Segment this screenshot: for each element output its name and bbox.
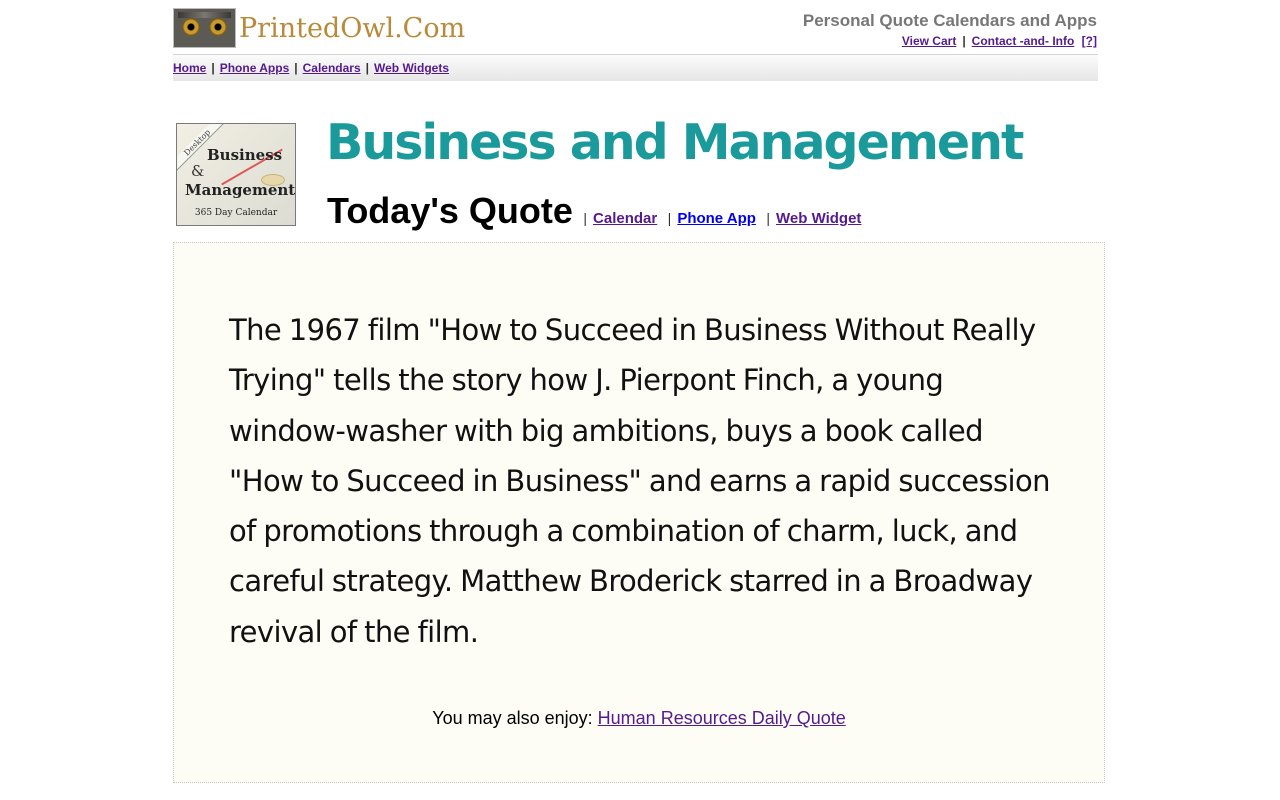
- brand-name[interactable]: PrintedOwl.Com: [239, 13, 465, 44]
- contact-info-link[interactable]: Contact -and- Info: [972, 34, 1075, 48]
- related-quote-link[interactable]: Human Resources Daily Quote: [598, 708, 846, 728]
- calendar-link[interactable]: Calendar: [593, 210, 657, 227]
- separator: |: [211, 61, 215, 75]
- todays-quote-heading: Today's Quote: [327, 190, 573, 231]
- nav-phone-apps[interactable]: Phone Apps: [220, 61, 290, 75]
- separator: |: [583, 210, 588, 226]
- nav-home[interactable]: Home: [173, 61, 206, 75]
- quote-box: The 1967 film "How to Succeed in Busines…: [173, 242, 1105, 783]
- phone-app-link[interactable]: Phone App: [677, 210, 756, 227]
- header-links: View Cart | Contact -and- Info [?]: [902, 34, 1097, 48]
- separator: |: [962, 34, 966, 48]
- nav-web-widgets[interactable]: Web Widgets: [374, 61, 449, 75]
- separator: |: [365, 61, 370, 75]
- calendar-subtitle: 365 Day Calendar: [194, 208, 278, 218]
- quote-heading-row: Today's Quote | Calendar | Phone App | Web …: [327, 190, 861, 232]
- separator: |: [766, 210, 771, 226]
- nav-calendars[interactable]: Calendars: [303, 61, 361, 75]
- separator: |: [294, 61, 298, 75]
- calendar-line2: Management: [185, 181, 296, 199]
- calendar-line1: Business: [207, 146, 283, 164]
- owl-logo-image: [173, 8, 236, 48]
- also-enjoy-label: You may also enjoy:: [432, 708, 593, 728]
- nav-bar: Home | Phone Apps | Calendars | Web Widgets: [173, 54, 1098, 81]
- site-logo[interactable]: PrintedOwl.Com: [173, 8, 465, 48]
- page-title: Business and Management: [326, 114, 1024, 171]
- quote-text: The 1967 film "How to Succeed in Busines…: [229, 313, 1051, 649]
- web-widget-link[interactable]: Web Widget: [776, 210, 861, 227]
- also-enjoy: You may also enjoy: Human Resources Dail…: [174, 708, 1104, 729]
- calendar-product-image[interactable]: Desktop Business & Management 365 Day Ca…: [176, 123, 296, 226]
- view-cart-link[interactable]: View Cart: [902, 34, 956, 48]
- help-link[interactable]: [?]: [1082, 34, 1097, 48]
- calendar-amp: &: [191, 162, 205, 180]
- separator: |: [667, 210, 672, 226]
- site-tagline: Personal Quote Calendars and Apps: [802, 11, 1097, 30]
